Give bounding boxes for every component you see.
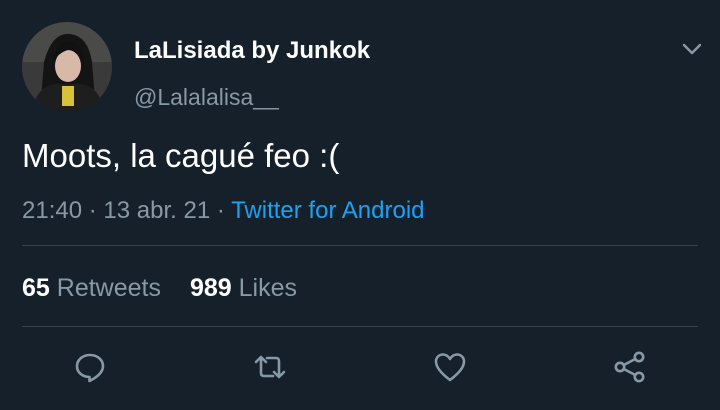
- avatar[interactable]: [22, 22, 112, 112]
- author-display-name[interactable]: LaLisiada by Junkok: [134, 37, 370, 65]
- likes-count: 989: [189, 274, 232, 302]
- meta-separator: ·: [88, 197, 97, 224]
- chevron-down-icon[interactable]: [680, 38, 704, 60]
- author-handle[interactable]: @Lalalalisa__: [134, 84, 279, 111]
- tweet-date: 13 abr. 21: [103, 197, 211, 224]
- retweet-icon: [254, 355, 286, 379]
- retweet-button[interactable]: [252, 349, 288, 385]
- tweet-meta: 21:40 · 13 abr. 21 · Twitter for Android: [22, 197, 425, 225]
- reply-icon: [75, 353, 105, 383]
- share-button[interactable]: [612, 349, 648, 385]
- like-button[interactable]: [432, 349, 468, 385]
- divider: [22, 326, 698, 327]
- divider: [22, 245, 698, 246]
- retweets-stat[interactable]: 65 Retweets: [22, 274, 161, 302]
- tweet-time: 21:40: [22, 197, 83, 224]
- tweet-source-link[interactable]: Twitter for Android: [231, 197, 424, 224]
- likes-stat[interactable]: 989 Likes: [190, 274, 297, 302]
- reply-button[interactable]: [72, 349, 108, 385]
- share-icon: [614, 351, 645, 383]
- retweets-label: Retweets: [56, 274, 161, 302]
- tweet-text: Moots, la cagué feo :(: [22, 137, 340, 174]
- retweets-count: 65: [22, 274, 50, 302]
- tweet-stats: 65 Retweets 989 Likes: [22, 274, 319, 303]
- meta-separator: ·: [216, 197, 225, 224]
- likes-label: Likes: [238, 274, 297, 302]
- heart-icon: [434, 353, 466, 382]
